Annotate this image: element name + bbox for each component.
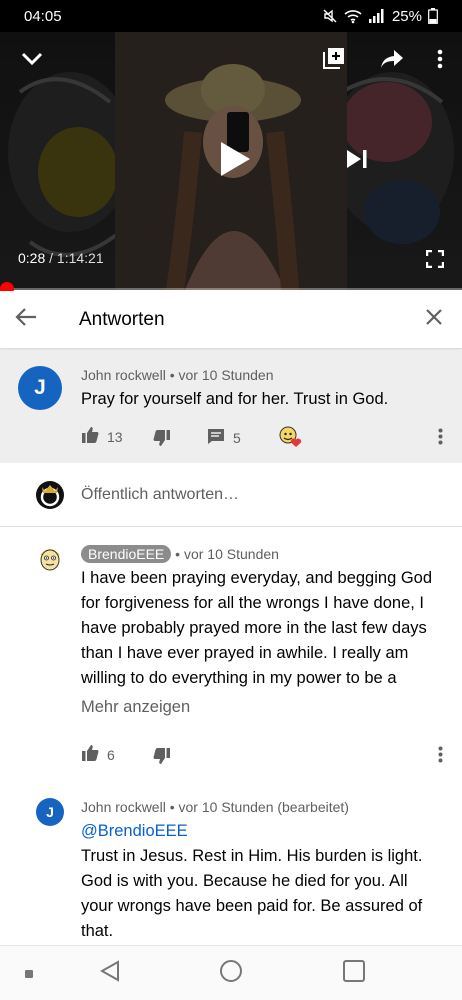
thumb-up-icon [81, 426, 99, 447]
creator-heart [279, 426, 303, 451]
comment-text-line: Trust in Jesus. Rest in Him. His burden … [81, 847, 423, 865]
reply-input-row[interactable]: Öffentlich antworten… [0, 463, 462, 527]
thumb-up-icon [81, 744, 99, 765]
replies-count-button[interactable]: 5 [207, 428, 241, 448]
comment-text-line: than I have ever prayed in awhile. I rea… [81, 644, 409, 662]
replies-header: Antworten [0, 291, 462, 349]
minimize-button[interactable] [14, 46, 50, 76]
meta-dot: • [169, 799, 175, 815]
comment-time: vor 10 Stunden [183, 546, 279, 562]
dislike-button[interactable] [153, 429, 171, 450]
reply-input-placeholder[interactable]: Öffentlich antworten… [81, 486, 239, 504]
play-button[interactable] [210, 136, 260, 186]
status-bar: 04:05 25% [0, 0, 462, 32]
video-time: 0:28 / 1:14:21 [18, 250, 104, 266]
like-count: 6 [107, 746, 115, 763]
comment-meta: John rockwell • vor 10 Stunden [81, 367, 273, 383]
comment-text: Pray for yourself and for her. Trust in … [81, 390, 389, 408]
add-to-playlist-button[interactable] [318, 44, 350, 76]
comment-text-line: have probably prayed more in the last fe… [81, 619, 427, 637]
user-avatar [36, 481, 64, 514]
comment-text-line: God is with you. Because he died for you… [81, 872, 408, 890]
dot-icon [25, 965, 33, 983]
comment-text-line: I have been praying everyday, and beggin… [81, 569, 433, 587]
current-time: 0:28 [18, 250, 46, 266]
like-count: 13 [107, 428, 123, 445]
avatar[interactable] [36, 545, 64, 578]
duration: 1:14:21 [56, 250, 104, 266]
fullscreen-icon [425, 249, 445, 273]
nav-home-button[interactable] [211, 946, 251, 1000]
triangle-back-icon [99, 960, 120, 987]
battery-percent: 25% [391, 7, 422, 25]
avatar[interactable]: J [18, 366, 62, 410]
video-more-button[interactable] [428, 46, 452, 76]
time-separator: / [49, 250, 54, 266]
comment-icon [207, 428, 225, 448]
replies-count: 5 [233, 430, 241, 446]
comment-text: @BrendioEEE Trust in Jesus. Rest in Him.… [81, 819, 422, 944]
fullscreen-button[interactable] [420, 246, 450, 276]
parent-comment: J John rockwell • vor 10 Stunden Pray fo… [0, 350, 462, 463]
meta-dot: • [175, 546, 181, 562]
nav-dot-button[interactable] [14, 946, 44, 1000]
close-button[interactable] [406, 291, 462, 349]
meta-dot: • [169, 367, 175, 383]
comment-text-line: that. [81, 922, 114, 940]
comment-more-button[interactable] [438, 746, 443, 766]
video-player[interactable]: 0:28 / 1:14:21 [0, 32, 462, 290]
page: 04:05 25% 0:28 / 1:14:21 Antworten J Joh… [0, 0, 462, 1000]
replies-title: Antworten [79, 308, 165, 330]
more-vert-icon [438, 746, 443, 766]
play-icon [218, 140, 252, 183]
mention-link[interactable]: @BrendioEEE [81, 819, 422, 844]
comment-author[interactable]: John rockwell [81, 367, 166, 383]
more-vert-icon [437, 49, 443, 74]
close-icon [425, 308, 443, 331]
wifi-icon [344, 8, 362, 24]
comment-text-line: for forgiveness for all the wrongs I hav… [81, 594, 425, 612]
nav-recents-button[interactable] [334, 946, 374, 1000]
comment-text-line: willing to do everything in my power to … [81, 669, 397, 687]
comment-time: vor 10 Stunden [178, 367, 274, 383]
navigation-bar [0, 945, 462, 1000]
thumb-down-icon [153, 747, 171, 768]
avatar[interactable]: J [36, 798, 64, 826]
comment-meta: BrendioEEE • vor 10 Stunden [81, 545, 279, 563]
show-more-link[interactable]: Mehr anzeigen [81, 695, 190, 720]
comment-text: I have been praying everyday, and beggin… [81, 566, 432, 691]
status-time: 04:05 [24, 7, 62, 25]
chevron-down-icon [21, 52, 43, 71]
comment-time: vor 10 Stunden (bearbeitet) [178, 799, 349, 815]
share-icon [380, 49, 404, 74]
comment-more-button[interactable] [438, 428, 443, 448]
home-circle-icon [219, 959, 243, 988]
like-button[interactable]: 6 [81, 744, 115, 765]
comment-meta: John rockwell • vor 10 Stunden (bearbeit… [81, 799, 349, 815]
dislike-button[interactable] [153, 747, 171, 768]
comment-text-line: your wrongs have been paid for. Be assur… [81, 897, 423, 915]
arrow-back-icon [15, 307, 37, 332]
mute-icon [322, 8, 338, 24]
thumb-down-icon [153, 429, 171, 450]
signal-icon [368, 9, 386, 23]
nav-back-button[interactable] [90, 946, 130, 1000]
like-button[interactable]: 13 [81, 426, 123, 447]
next-video-button[interactable] [340, 144, 374, 178]
comment-author[interactable]: John rockwell [81, 799, 166, 815]
comment-author-badge[interactable]: BrendioEEE [81, 545, 172, 563]
back-button[interactable] [0, 291, 54, 349]
recents-square-icon [343, 960, 365, 987]
skip-next-icon [346, 149, 368, 174]
playlist-add-icon [322, 46, 346, 75]
status-icons: 25% [322, 8, 438, 25]
battery-icon [428, 8, 438, 24]
share-button[interactable] [376, 46, 408, 76]
more-vert-icon [438, 428, 443, 448]
creator-heart-icon [279, 426, 303, 451]
